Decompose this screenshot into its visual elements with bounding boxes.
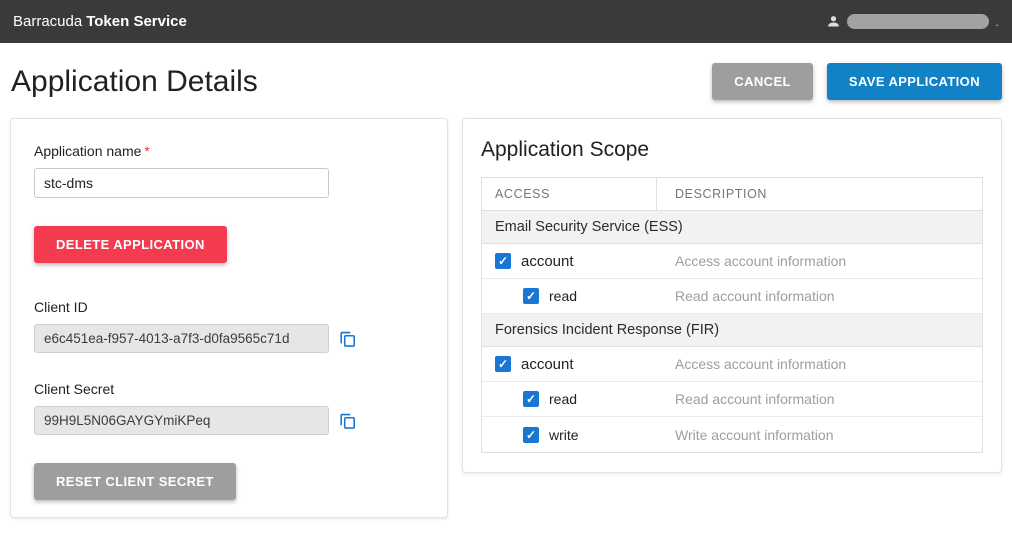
copy-client-id-button[interactable] bbox=[338, 329, 357, 348]
scope-access-cell: ✓ account bbox=[482, 356, 657, 373]
product-name: Token Service bbox=[86, 13, 187, 30]
application-name-input[interactable] bbox=[34, 168, 329, 198]
scope-access-label: write bbox=[549, 427, 579, 443]
scope-access-cell: ✓ read bbox=[482, 391, 657, 407]
user-area: . bbox=[826, 14, 999, 29]
application-scope-card: Application Scope ACCESS DESCRIPTION Ema… bbox=[462, 118, 1002, 473]
copy-icon bbox=[338, 418, 357, 433]
scope-access-cell: ✓ read bbox=[482, 288, 657, 304]
application-name-label-text: Application name bbox=[34, 143, 141, 159]
scope-access-label: account bbox=[521, 356, 574, 373]
topbar: BarracudaToken Service . bbox=[0, 0, 1012, 43]
scope-group-header: Email Security Service (ESS) bbox=[482, 211, 982, 244]
page-title: Application Details bbox=[11, 65, 258, 99]
page: BarracudaToken Service . Application Det… bbox=[0, 0, 1012, 545]
scope-row: ✓ account Access account information bbox=[482, 244, 982, 279]
scope-row: ✓ read Read account information bbox=[482, 279, 982, 314]
column-header-description: DESCRIPTION bbox=[657, 187, 767, 201]
scope-description: Access account information bbox=[657, 253, 846, 269]
scope-description: Access account information bbox=[657, 356, 846, 372]
scope-title: Application Scope bbox=[463, 119, 1001, 177]
scope-description: Read account information bbox=[657, 391, 835, 407]
scope-table: ACCESS DESCRIPTION Email Security Servic… bbox=[481, 177, 983, 453]
client-id-input bbox=[34, 324, 329, 353]
copy-client-secret-button[interactable] bbox=[338, 411, 357, 430]
user-suffix: . bbox=[995, 17, 999, 27]
scope-access-label: account bbox=[521, 253, 574, 270]
header-actions: CANCEL SAVE APPLICATION bbox=[712, 63, 1002, 100]
scope-access-label: read bbox=[549, 288, 577, 304]
scope-checkbox[interactable]: ✓ bbox=[495, 356, 511, 372]
scope-checkbox[interactable]: ✓ bbox=[495, 253, 511, 269]
scope-description: Write account information bbox=[657, 427, 833, 443]
scope-row: ✓ account Access account information bbox=[482, 347, 982, 382]
application-details-card: Application name* DELETE APPLICATION Cli… bbox=[10, 118, 448, 518]
copy-icon bbox=[338, 336, 357, 351]
scope-access-cell: ✓ account bbox=[482, 253, 657, 270]
scope-access-cell: ✓ write bbox=[482, 427, 657, 443]
required-asterisk: * bbox=[144, 143, 149, 159]
scope-checkbox[interactable]: ✓ bbox=[523, 427, 539, 443]
scope-table-body: Email Security Service (ESS) ✓ account Acce… bbox=[482, 211, 982, 452]
client-secret-row bbox=[34, 406, 424, 435]
scope-row: ✓ write Write account information bbox=[482, 417, 982, 452]
save-application-button[interactable]: SAVE APPLICATION bbox=[827, 63, 1002, 100]
reset-client-secret-button[interactable]: RESET CLIENT SECRET bbox=[34, 463, 236, 500]
scope-group-header: Forensics Incident Response (FIR) bbox=[482, 314, 982, 347]
scope-table-header: ACCESS DESCRIPTION bbox=[482, 178, 982, 211]
scope-checkbox[interactable]: ✓ bbox=[523, 391, 539, 407]
brand: BarracudaToken Service bbox=[13, 13, 187, 30]
delete-application-button[interactable]: DELETE APPLICATION bbox=[34, 226, 227, 263]
scope-row: ✓ read Read account information bbox=[482, 382, 982, 417]
client-secret-input bbox=[34, 406, 329, 435]
client-secret-label: Client Secret bbox=[34, 381, 424, 397]
scope-description: Read account information bbox=[657, 288, 835, 304]
column-header-access: ACCESS bbox=[482, 178, 657, 210]
user-icon bbox=[826, 14, 841, 29]
application-name-label: Application name* bbox=[34, 143, 424, 159]
scope-access-label: read bbox=[549, 391, 577, 407]
user-name-redacted[interactable] bbox=[847, 14, 989, 29]
brand-name: Barracuda bbox=[13, 13, 82, 30]
cancel-button[interactable]: CANCEL bbox=[712, 63, 813, 100]
client-id-row bbox=[34, 324, 424, 353]
client-id-label: Client ID bbox=[34, 299, 424, 315]
scope-checkbox[interactable]: ✓ bbox=[523, 288, 539, 304]
